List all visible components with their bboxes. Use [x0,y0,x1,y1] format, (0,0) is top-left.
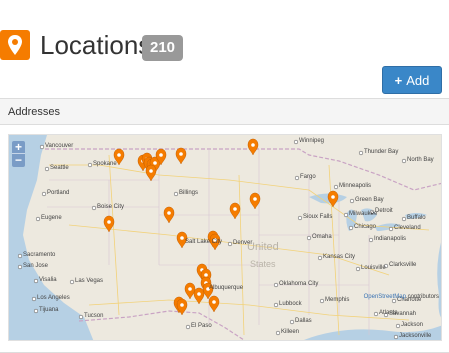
city-dot [355,266,361,272]
city-label: Detroit [375,208,393,214]
city-label: Fargo [300,174,316,180]
city-dot [343,212,349,218]
city-dot [41,191,47,197]
city-label: Omaha [312,234,332,240]
city-dot [401,158,407,164]
city-dot [293,139,299,145]
map-attribution: OpenStreetMap contributors [363,294,439,300]
country-label-line2: States [250,259,276,269]
page-title: Locations [40,30,152,60]
add-button-label: Add [406,73,430,88]
city-label: Salt Lake City [185,239,223,245]
city-label: Boise City [97,204,125,210]
page-header: Locations 210 [0,30,449,70]
city-label: Eugene [41,215,62,221]
zoom-control[interactable]: + − [12,141,25,167]
city-label: Oklahoma City [279,281,319,287]
city-dot [91,205,97,211]
city-dot [273,302,279,308]
city-label: Clarksville [389,262,417,268]
city-label: Cleveland [394,225,421,231]
city-dot [317,255,323,261]
city-label: Kansas City [323,254,356,260]
city-label: Tucson [84,313,104,319]
city-dot [358,150,364,156]
panel-heading: Addresses [0,99,449,125]
city-label: Vancouver [45,143,74,149]
city-dot [33,308,39,314]
city-dot [39,144,45,150]
city-label: Green Bay [355,197,384,203]
city-label: Jackson [401,322,424,328]
city-label: Jacksonville [399,333,432,339]
city-label: North Bay [407,157,434,163]
addresses-panel: Addresses + − Vancouver Seattle Spokane … [0,98,449,353]
city-dot [395,323,401,329]
city-label: Killeen [281,329,300,335]
city-label: Los Angeles [37,295,70,301]
map[interactable]: + − Vancouver Seattle Spokane Portland Eugen… [8,134,442,341]
city-dot [333,184,339,190]
city-label: Savannah [389,311,417,317]
city-label: Chicago [354,224,377,230]
city-label: Portland [47,190,70,196]
city-dot [33,278,39,284]
city-label: Memphis [325,297,350,303]
count-badge: 210 [142,35,184,61]
osm-link[interactable]: OpenStreetMap [364,294,406,300]
city-label: Thunder Bay [364,149,399,155]
city-dot [393,334,399,340]
city-label: Minneapolis [339,183,372,189]
city-dot [401,216,407,222]
city-label: Indianapolis [374,236,407,242]
zoom-out-button[interactable]: − [12,154,25,167]
city-label: Sioux Falls [303,214,333,220]
city-dot [17,253,23,259]
city-dot [227,241,233,247]
city-dot [78,314,84,320]
city-dot [294,175,300,181]
city-dot [306,235,312,241]
city-label: Albuquerque [209,285,244,291]
city-dot [35,216,41,222]
city-dot [273,282,279,288]
city-dot [17,264,23,270]
city-label: Winnipeg [299,138,325,144]
city-label: Lubbock [279,301,302,307]
add-button[interactable]: + Add [382,66,442,94]
city-dot [349,198,355,204]
city-dot [87,162,93,168]
city-dot [275,330,281,336]
city-dot [44,166,50,172]
city-label: Louisville [361,265,386,271]
city-dot [368,237,374,243]
city-dot [373,311,379,317]
city-label: San Jose [23,263,49,269]
city-label: Dallas [295,318,312,324]
city-dot [69,279,75,285]
city-dot [297,215,303,221]
city-label: Billings [179,190,199,196]
city-label: Visalia [39,277,57,283]
city-label: Las Vegas [75,278,104,284]
city-label: Spokane [93,161,117,167]
city-dot [31,296,37,302]
city-label: Tijuana [39,307,59,313]
city-label: El Paso [191,323,212,329]
city-dot [289,319,295,325]
plus-icon: + [394,73,403,88]
city-dot [388,226,394,232]
map-pin-icon [0,30,30,60]
city-label: Buffalo [407,215,426,221]
city-label: Seattle [50,165,69,171]
city-dot [185,324,191,330]
city-dot [348,225,354,231]
city-dot [319,298,325,304]
city-label: Sacramento [23,252,56,258]
city-dot [173,191,179,197]
city-label: Milwaukee [349,211,378,217]
country-label-line1: United [247,241,279,253]
